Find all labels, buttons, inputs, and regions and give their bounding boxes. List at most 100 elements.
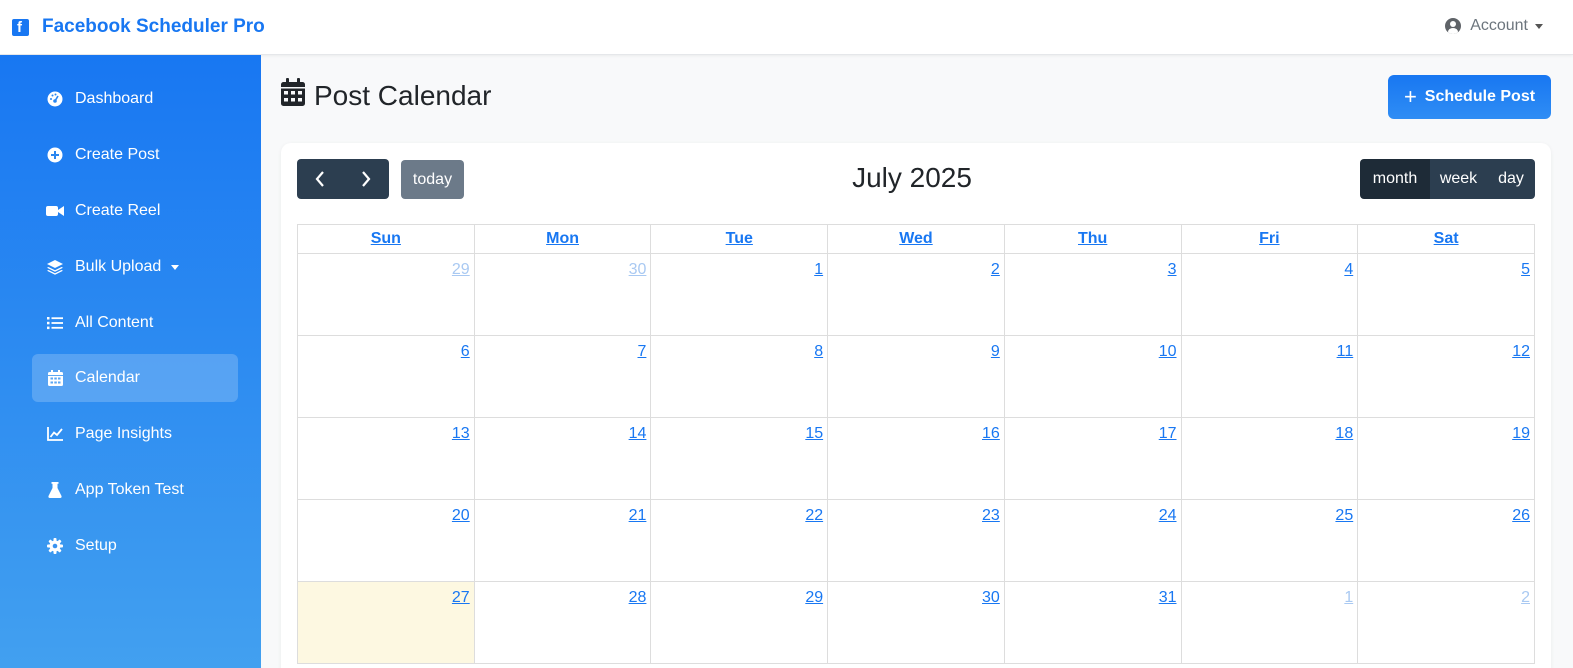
day-cell[interactable]: 17 <box>1003 417 1182 500</box>
day-number-link[interactable]: 16 <box>982 425 1000 442</box>
day-number-link[interactable]: 27 <box>452 589 470 606</box>
day-cell[interactable]: 16 <box>827 417 1005 500</box>
day-cell[interactable]: 7 <box>473 335 652 418</box>
weekday-link[interactable]: Tue <box>726 230 753 247</box>
day-cell[interactable]: 2 <box>827 253 1005 336</box>
day-cell[interactable]: 22 <box>650 499 829 582</box>
day-number-link[interactable]: 2 <box>991 261 1000 278</box>
day-number-link[interactable]: 28 <box>629 589 647 606</box>
view-month-button[interactable]: month <box>1360 159 1430 199</box>
day-number-link[interactable]: 17 <box>1159 425 1177 442</box>
day-cell[interactable]: 8 <box>650 335 829 418</box>
sidebar-item-calendar[interactable]: Calendar <box>32 354 238 402</box>
day-cell[interactable]: 10 <box>1003 335 1182 418</box>
sidebar-item-dashboard[interactable]: Dashboard <box>32 75 238 123</box>
day-number-link[interactable]: 31 <box>1159 589 1177 606</box>
day-number-link[interactable]: 23 <box>982 507 1000 524</box>
day-cell[interactable]: 20 <box>297 499 475 582</box>
day-number-link[interactable]: 12 <box>1512 343 1530 360</box>
sidebar-item-page-insights[interactable]: Page Insights <box>32 410 238 458</box>
day-cell[interactable]: 24 <box>1003 499 1182 582</box>
day-cell[interactable]: 29 <box>650 581 829 664</box>
day-cell[interactable]: 29 <box>297 253 475 336</box>
day-cell[interactable]: 31 <box>1003 581 1182 664</box>
day-number-link[interactable]: 3 <box>1168 261 1177 278</box>
weekday-link[interactable]: Sun <box>371 230 401 247</box>
day-number-link[interactable]: 15 <box>805 425 823 442</box>
day-number-link[interactable]: 30 <box>982 589 1000 606</box>
day-cell[interactable]: 21 <box>473 499 652 582</box>
weekday-link[interactable]: Wed <box>899 230 932 247</box>
day-number-link[interactable]: 25 <box>1335 507 1353 524</box>
weekday-link[interactable]: Fri <box>1259 230 1279 247</box>
day-number-link[interactable]: 2 <box>1521 589 1530 606</box>
day-number-link[interactable]: 13 <box>452 425 470 442</box>
day-cell[interactable]: 30 <box>827 581 1005 664</box>
account-menu[interactable]: Account <box>1445 17 1543 35</box>
day-number-link[interactable]: 29 <box>805 589 823 606</box>
day-cell[interactable]: 12 <box>1357 335 1535 418</box>
day-cell[interactable]: 3 <box>1003 253 1182 336</box>
sidebar-item-bulk-upload[interactable]: Bulk Upload <box>32 243 238 291</box>
day-number-link[interactable]: 14 <box>629 425 647 442</box>
day-number-link[interactable]: 22 <box>805 507 823 524</box>
day-cell[interactable]: 19 <box>1357 417 1535 500</box>
prev-month-button[interactable] <box>297 159 343 199</box>
day-cell[interactable]: 18 <box>1180 417 1359 500</box>
user-circle-icon <box>1445 18 1462 34</box>
day-number-link[interactable]: 29 <box>452 261 470 278</box>
day-cell[interactable]: 27 <box>297 581 475 664</box>
day-number-link[interactable]: 11 <box>1337 343 1354 360</box>
day-number-link[interactable]: 21 <box>629 507 647 524</box>
day-cell[interactable]: 26 <box>1357 499 1535 582</box>
sidebar-item-app-token-test[interactable]: App Token Test <box>32 466 238 514</box>
gear-icon <box>46 537 64 555</box>
brand[interactable]: f Facebook Scheduler Pro <box>12 16 265 38</box>
weekday-header: Tue <box>650 224 829 254</box>
day-number-link[interactable]: 1 <box>1344 589 1353 606</box>
sidebar-item-create-post[interactable]: Create Post <box>32 131 238 179</box>
next-month-button[interactable] <box>343 159 389 199</box>
sidebar-item-all-content[interactable]: All Content <box>32 299 238 347</box>
day-number-link[interactable]: 9 <box>991 343 1000 360</box>
day-number-link[interactable]: 24 <box>1159 507 1177 524</box>
day-cell[interactable]: 23 <box>827 499 1005 582</box>
day-number-link[interactable]: 1 <box>814 261 823 278</box>
weekday-link[interactable]: Thu <box>1078 230 1107 247</box>
day-number-link[interactable]: 4 <box>1344 261 1353 278</box>
day-number-link[interactable]: 26 <box>1512 507 1530 524</box>
day-cell[interactable]: 15 <box>650 417 829 500</box>
day-number-link[interactable]: 7 <box>638 343 647 360</box>
weekday-link[interactable]: Sat <box>1434 230 1459 247</box>
day-cell[interactable]: 4 <box>1180 253 1359 336</box>
day-number-link[interactable]: 20 <box>452 507 470 524</box>
day-number-link[interactable]: 10 <box>1159 343 1177 360</box>
day-cell[interactable]: 28 <box>473 581 652 664</box>
day-number-link[interactable]: 30 <box>629 261 647 278</box>
day-number-link[interactable]: 19 <box>1512 425 1530 442</box>
weekday-header: Mon <box>473 224 652 254</box>
day-cell[interactable]: 13 <box>297 417 475 500</box>
sidebar-item-create-reel[interactable]: Create Reel <box>32 187 238 235</box>
day-cell[interactable]: 25 <box>1180 499 1359 582</box>
day-cell[interactable]: 9 <box>827 335 1005 418</box>
day-number-link[interactable]: 8 <box>814 343 823 360</box>
view-week-button[interactable]: week <box>1430 159 1487 199</box>
day-cell[interactable]: 11 <box>1180 335 1359 418</box>
sidebar-item-setup[interactable]: Setup <box>32 522 238 570</box>
day-cell[interactable]: 14 <box>473 417 652 500</box>
day-number-link[interactable]: 18 <box>1335 425 1353 442</box>
day-cell[interactable]: 1 <box>650 253 829 336</box>
day-number-link[interactable]: 5 <box>1521 261 1530 278</box>
weekday-link[interactable]: Mon <box>546 230 579 247</box>
today-button[interactable]: today <box>401 160 464 199</box>
day-cell[interactable]: 2 <box>1357 581 1535 664</box>
day-cell[interactable]: 1 <box>1180 581 1359 664</box>
day-number-link[interactable]: 6 <box>461 343 470 360</box>
day-cell[interactable]: 30 <box>473 253 652 336</box>
schedule-post-button[interactable]: + Schedule Post <box>1388 75 1551 119</box>
view-day-button[interactable]: day <box>1487 159 1535 199</box>
day-cell[interactable]: 5 <box>1357 253 1535 336</box>
calendar-nav-group <box>297 159 389 199</box>
day-cell[interactable]: 6 <box>297 335 475 418</box>
